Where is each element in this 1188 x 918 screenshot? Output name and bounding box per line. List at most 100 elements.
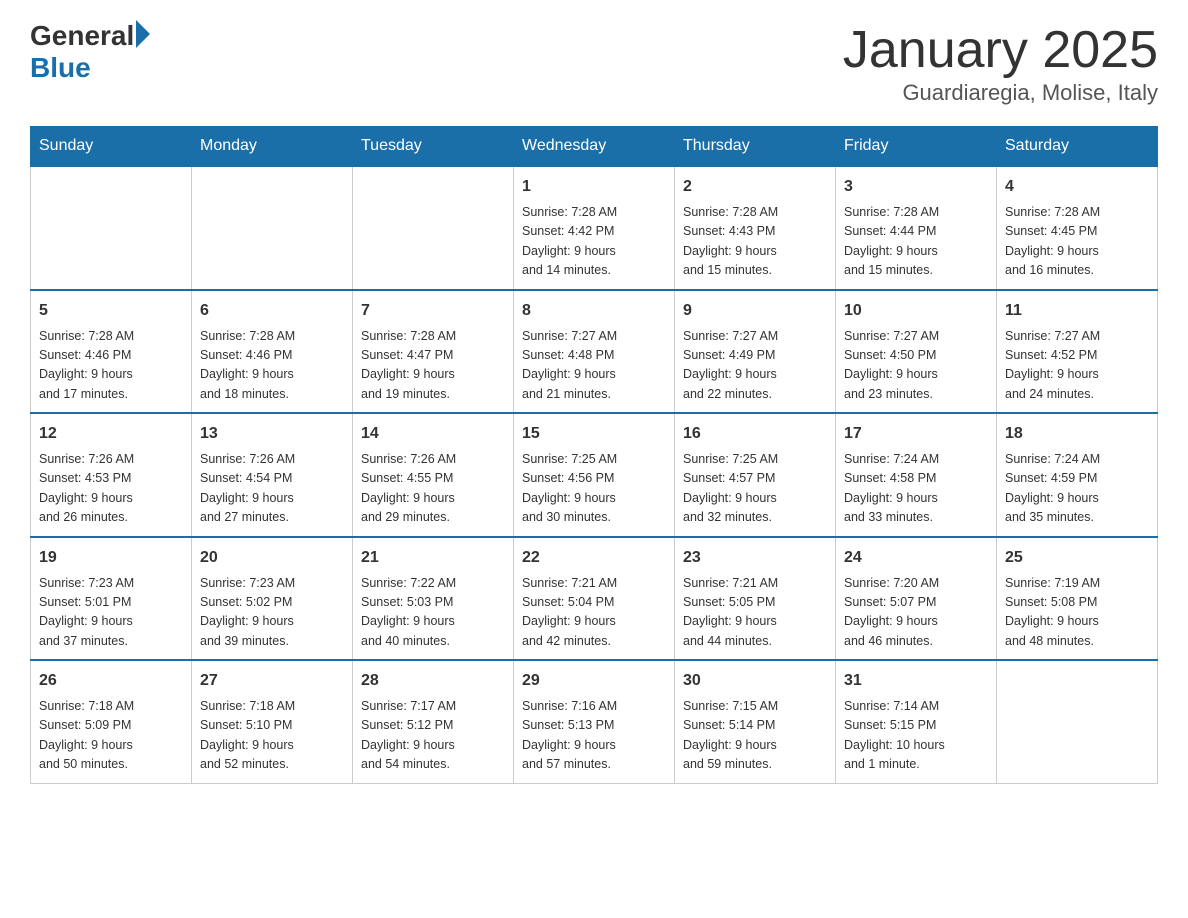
- day-number: 7: [361, 299, 505, 323]
- day-number: 25: [1005, 546, 1149, 570]
- calendar-cell: 21 Sunrise: 7:22 AM Sunset: 5:03 PM Dayli…: [353, 537, 514, 661]
- day-info: Sunrise: 7:28 AM Sunset: 4:47 PM Dayligh…: [361, 327, 505, 405]
- calendar-cell: 9 Sunrise: 7:27 AM Sunset: 4:49 PM Daylig…: [675, 290, 836, 414]
- calendar-cell: 24 Sunrise: 7:20 AM Sunset: 5:07 PM Dayli…: [836, 537, 997, 661]
- calendar-cell: 19 Sunrise: 7:23 AM Sunset: 5:01 PM Dayli…: [31, 537, 192, 661]
- calendar-cell: [997, 660, 1158, 783]
- calendar-week-row: 1 Sunrise: 7:28 AM Sunset: 4:42 PM Daylig…: [31, 166, 1158, 290]
- calendar-cell: 3 Sunrise: 7:28 AM Sunset: 4:44 PM Daylig…: [836, 166, 997, 290]
- day-of-week-header: Thursday: [675, 127, 836, 167]
- day-info: Sunrise: 7:25 AM Sunset: 4:57 PM Dayligh…: [683, 450, 827, 528]
- day-number: 21: [361, 546, 505, 570]
- day-info: Sunrise: 7:28 AM Sunset: 4:46 PM Dayligh…: [200, 327, 344, 405]
- calendar-cell: [192, 166, 353, 290]
- day-number: 24: [844, 546, 988, 570]
- day-number: 27: [200, 669, 344, 693]
- day-number: 26: [39, 669, 183, 693]
- calendar-cell: 7 Sunrise: 7:28 AM Sunset: 4:47 PM Daylig…: [353, 290, 514, 414]
- calendar-cell: 10 Sunrise: 7:27 AM Sunset: 4:50 PM Dayli…: [836, 290, 997, 414]
- calendar-week-row: 12Sunrise: 7:26 AM Sunset: 4:53 PM Dayli…: [31, 413, 1158, 537]
- calendar-cell: 28Sunrise: 7:17 AM Sunset: 5:12 PM Dayli…: [353, 660, 514, 783]
- calendar-table: SundayMondayTuesdayWednesdayThursdayFrid…: [30, 126, 1158, 784]
- day-number: 14: [361, 422, 505, 446]
- day-info: Sunrise: 7:18 AM Sunset: 5:09 PM Dayligh…: [39, 697, 183, 775]
- calendar-week-row: 26 Sunrise: 7:18 AM Sunset: 5:09 PM Dayli…: [31, 660, 1158, 783]
- day-info: Sunrise: 7:23 AM Sunset: 5:01 PM Dayligh…: [39, 574, 183, 652]
- calendar-cell: 29 Sunrise: 7:16 AM Sunset: 5:13 PM Dayli…: [514, 660, 675, 783]
- calendar-cell: 22 Sunrise: 7:21 AM Sunset: 5:04 PM Dayli…: [514, 537, 675, 661]
- day-number: 9: [683, 299, 827, 323]
- calendar-cell: 30 Sunrise: 7:15 AM Sunset: 5:14 PM Dayli…: [675, 660, 836, 783]
- calendar-cell: 23Sunrise: 7:21 AM Sunset: 5:05 PM Dayli…: [675, 537, 836, 661]
- day-number: 3: [844, 175, 988, 199]
- day-number: 6: [200, 299, 344, 323]
- day-number: 23: [683, 546, 827, 570]
- calendar-cell: 11Sunrise: 7:27 AM Sunset: 4:52 PM Dayli…: [997, 290, 1158, 414]
- calendar-body: 1 Sunrise: 7:28 AM Sunset: 4:42 PM Daylig…: [31, 166, 1158, 783]
- day-number: 19: [39, 546, 183, 570]
- calendar-cell: 8Sunrise: 7:27 AM Sunset: 4:48 PM Daylig…: [514, 290, 675, 414]
- day-info: Sunrise: 7:23 AM Sunset: 5:02 PM Dayligh…: [200, 574, 344, 652]
- logo-general-text: General: [30, 20, 134, 52]
- day-info: Sunrise: 7:21 AM Sunset: 5:04 PM Dayligh…: [522, 574, 666, 652]
- logo-blue-text: Blue: [30, 52, 91, 84]
- day-number: 13: [200, 422, 344, 446]
- calendar-cell: 17Sunrise: 7:24 AM Sunset: 4:58 PM Dayli…: [836, 413, 997, 537]
- day-number: 29: [522, 669, 666, 693]
- day-number: 22: [522, 546, 666, 570]
- day-info: Sunrise: 7:28 AM Sunset: 4:44 PM Dayligh…: [844, 203, 988, 281]
- day-info: Sunrise: 7:27 AM Sunset: 4:52 PM Dayligh…: [1005, 327, 1149, 405]
- day-of-week-header: Monday: [192, 127, 353, 167]
- day-info: Sunrise: 7:28 AM Sunset: 4:46 PM Dayligh…: [39, 327, 183, 405]
- calendar-week-row: 19 Sunrise: 7:23 AM Sunset: 5:01 PM Dayli…: [31, 537, 1158, 661]
- calendar-cell: 14 Sunrise: 7:26 AM Sunset: 4:55 PM Dayli…: [353, 413, 514, 537]
- day-number: 16: [683, 422, 827, 446]
- logo: General Blue: [30, 20, 150, 84]
- day-number: 30: [683, 669, 827, 693]
- day-info: Sunrise: 7:28 AM Sunset: 4:45 PM Dayligh…: [1005, 203, 1149, 281]
- day-number: 17: [844, 422, 988, 446]
- day-info: Sunrise: 7:20 AM Sunset: 5:07 PM Dayligh…: [844, 574, 988, 652]
- day-info: Sunrise: 7:28 AM Sunset: 4:42 PM Dayligh…: [522, 203, 666, 281]
- logo-arrow-icon: [136, 20, 150, 48]
- day-number: 10: [844, 299, 988, 323]
- days-of-week-row: SundayMondayTuesdayWednesdayThursdayFrid…: [31, 127, 1158, 167]
- day-info: Sunrise: 7:17 AM Sunset: 5:12 PM Dayligh…: [361, 697, 505, 775]
- day-of-week-header: Wednesday: [514, 127, 675, 167]
- calendar-cell: 26 Sunrise: 7:18 AM Sunset: 5:09 PM Dayli…: [31, 660, 192, 783]
- calendar-cell: [353, 166, 514, 290]
- day-number: 8: [522, 299, 666, 323]
- day-info: Sunrise: 7:15 AM Sunset: 5:14 PM Dayligh…: [683, 697, 827, 775]
- day-info: Sunrise: 7:16 AM Sunset: 5:13 PM Dayligh…: [522, 697, 666, 775]
- month-title: January 2025: [843, 20, 1158, 80]
- day-info: Sunrise: 7:28 AM Sunset: 4:43 PM Dayligh…: [683, 203, 827, 281]
- day-number: 15: [522, 422, 666, 446]
- day-of-week-header: Saturday: [997, 127, 1158, 167]
- day-info: Sunrise: 7:26 AM Sunset: 4:55 PM Dayligh…: [361, 450, 505, 528]
- calendar-cell: 25 Sunrise: 7:19 AM Sunset: 5:08 PM Dayli…: [997, 537, 1158, 661]
- day-info: Sunrise: 7:22 AM Sunset: 5:03 PM Dayligh…: [361, 574, 505, 652]
- calendar-cell: 13Sunrise: 7:26 AM Sunset: 4:54 PM Dayli…: [192, 413, 353, 537]
- calendar-cell: 31 Sunrise: 7:14 AM Sunset: 5:15 PM Dayli…: [836, 660, 997, 783]
- calendar-cell: [31, 166, 192, 290]
- day-number: 4: [1005, 175, 1149, 199]
- day-info: Sunrise: 7:18 AM Sunset: 5:10 PM Dayligh…: [200, 697, 344, 775]
- calendar-cell: 2 Sunrise: 7:28 AM Sunset: 4:43 PM Daylig…: [675, 166, 836, 290]
- day-number: 31: [844, 669, 988, 693]
- calendar-cell: 15 Sunrise: 7:25 AM Sunset: 4:56 PM Dayli…: [514, 413, 675, 537]
- day-info: Sunrise: 7:27 AM Sunset: 4:49 PM Dayligh…: [683, 327, 827, 405]
- day-info: Sunrise: 7:27 AM Sunset: 4:50 PM Dayligh…: [844, 327, 988, 405]
- calendar-cell: 12Sunrise: 7:26 AM Sunset: 4:53 PM Dayli…: [31, 413, 192, 537]
- day-number: 1: [522, 175, 666, 199]
- day-number: 2: [683, 175, 827, 199]
- day-info: Sunrise: 7:19 AM Sunset: 5:08 PM Dayligh…: [1005, 574, 1149, 652]
- location-label: Guardiaregia, Molise, Italy: [843, 80, 1158, 106]
- calendar-cell: 1 Sunrise: 7:28 AM Sunset: 4:42 PM Daylig…: [514, 166, 675, 290]
- calendar-cell: 16 Sunrise: 7:25 AM Sunset: 4:57 PM Dayli…: [675, 413, 836, 537]
- calendar-cell: 20Sunrise: 7:23 AM Sunset: 5:02 PM Dayli…: [192, 537, 353, 661]
- day-info: Sunrise: 7:24 AM Sunset: 4:59 PM Dayligh…: [1005, 450, 1149, 528]
- calendar-cell: 4 Sunrise: 7:28 AM Sunset: 4:45 PM Daylig…: [997, 166, 1158, 290]
- day-info: Sunrise: 7:14 AM Sunset: 5:15 PM Dayligh…: [844, 697, 988, 775]
- day-info: Sunrise: 7:25 AM Sunset: 4:56 PM Dayligh…: [522, 450, 666, 528]
- day-number: 5: [39, 299, 183, 323]
